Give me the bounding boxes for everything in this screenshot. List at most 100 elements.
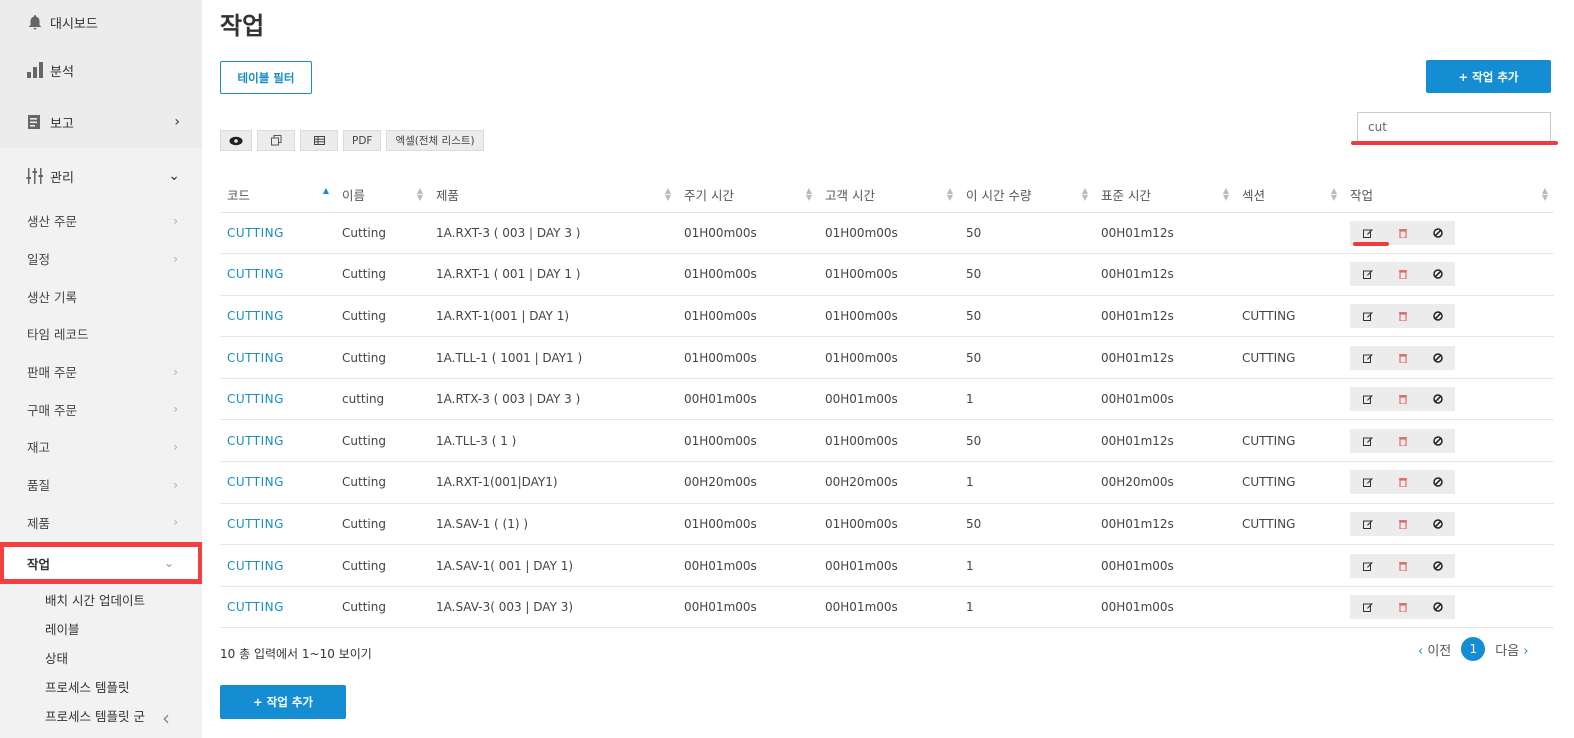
column-header[interactable]: 작업 ▲ ▼ [1343,177,1554,213]
task-code-link[interactable]: CUTTING [220,336,335,379]
sidebar-item-manage[interactable]: 관리 ⌄ [0,150,202,202]
sidebar-subitem[interactable]: 타임 레코드 [0,315,202,353]
excel-button[interactable]: 엑셀(전체 리스트) [386,130,484,151]
table-cell [1235,544,1343,587]
column-visibility-button[interactable] [220,130,252,151]
sidebar-subitem[interactable]: 제품 › [0,504,202,542]
column-header[interactable]: 제품 ▲ ▼ [429,177,677,213]
sidebar-subitem[interactable]: 생산 기록 [0,277,202,315]
column-header[interactable]: 주기 시간 ▲ ▼ [677,177,818,213]
disable-icon[interactable] [1420,429,1455,453]
disable-icon[interactable] [1420,512,1455,536]
edit-icon[interactable] [1350,595,1385,619]
table-filter-button[interactable]: 테이블 필터 [220,61,312,94]
sidebar-subitem[interactable]: 구매 주문 › [0,390,202,428]
edit-icon[interactable] [1350,512,1385,536]
table-cell: 00H01m00s [677,544,818,587]
sidebar-subitem[interactable]: 판매 주문 › [0,353,202,391]
trash-icon[interactable] [1385,595,1420,619]
edit-icon[interactable] [1350,470,1385,494]
trash-icon[interactable] [1385,262,1420,286]
column-header-label: 코드 [227,187,251,203]
sidebar-item-dashboard[interactable]: 대시보드 [0,0,202,44]
task-code-link[interactable]: CUTTING [220,503,335,546]
disable-icon[interactable] [1420,595,1455,619]
task-code-link[interactable]: CUTTING [220,461,335,504]
sidebar-subitem[interactable]: 일정 › [0,240,202,278]
row-actions [1343,586,1554,629]
trash-icon[interactable] [1385,554,1420,578]
sidebar-child-item[interactable]: 레이블 [0,614,202,643]
column-header[interactable]: 표준 시간 ▲ ▼ [1094,177,1235,213]
add-task-button-bottom[interactable]: + 작업 추가 [220,685,346,719]
column-header[interactable]: 고객 시간 ▲ ▼ [818,177,959,213]
trash-icon[interactable] [1385,221,1420,245]
sidebar-subitem[interactable]: 생산 주문 › [0,202,202,240]
column-header[interactable]: 코드 ▲ [220,177,335,213]
sidebar-item-analytics[interactable]: 분석 [0,44,202,96]
sidebar-child-item[interactable]: 프로세스 템플릿 군 [0,701,202,730]
table-cell: 00H01m00s [677,586,818,629]
table-cell: 00H20m00s [818,461,959,504]
task-code-link[interactable]: CUTTING [220,212,335,255]
sidebar-child-item[interactable]: 프로세스 템플릿 [0,672,202,701]
sidebar-item-tasks[interactable]: 작업 ⌄ [0,542,202,585]
table-cell: 01H00m00s [818,503,959,546]
sidebar-subitem[interactable]: 품질 › [0,466,202,504]
pdf-button[interactable]: PDF [343,130,382,151]
sidebar-item-label: 대시보드 [50,16,98,32]
disable-icon[interactable] [1420,304,1455,328]
collapse-sidebar-icon[interactable]: ‹ [162,706,170,730]
disable-icon[interactable] [1420,221,1455,245]
sidebar-item-label: 보고 [50,116,74,132]
table-row: CUTTING Cutting 1A.SAV-1( 001 | DAY 1) 00H0… [220,544,1554,587]
next-page-button[interactable]: 다음 › [1495,640,1528,659]
sidebar-child-item[interactable]: 상태 [0,643,202,672]
table-row: CUTTING Cutting 1A.RXT-1(001|DAY1) 00H20m00… [220,461,1554,504]
copy-button[interactable] [257,130,295,151]
edit-icon[interactable] [1350,554,1385,578]
edit-icon[interactable] [1350,304,1385,328]
column-header[interactable]: 이 시간 수량 ▲ ▼ [959,177,1094,213]
trash-icon[interactable] [1385,512,1420,536]
task-code-link[interactable]: CUTTING [220,586,335,629]
sliders-icon [26,167,44,185]
sidebar-item-reports[interactable]: 보고 › [0,96,202,148]
disable-icon[interactable] [1420,470,1455,494]
main-content: 작업 테이블 필터 + 작업 추가 PDF 엑셀(전체 리스트) 코드 ▲ 이름 ▲▼… [220,0,1574,738]
row-actions [1343,212,1554,255]
task-code-link[interactable]: CUTTING [220,253,335,296]
task-code-link[interactable]: CUTTING [220,295,335,338]
sidebar-subitem[interactable]: 재고 › [0,428,202,466]
prev-label: 이전 [1427,643,1452,659]
trash-icon[interactable] [1385,346,1420,370]
disable-icon[interactable] [1420,387,1455,411]
sidebar-child-item[interactable]: 배치 시간 업데이트 [0,585,202,614]
disable-icon[interactable] [1420,554,1455,578]
disable-icon[interactable] [1420,262,1455,286]
current-page[interactable]: 1 [1461,637,1486,661]
column-header[interactable]: 이름 ▲ ▼ [335,177,429,213]
column-header[interactable]: 섹션 ▲ ▼ [1235,177,1343,213]
task-code-link[interactable]: CUTTING [220,378,335,421]
edit-icon[interactable] [1350,262,1385,286]
csv-button[interactable] [300,130,338,151]
add-task-button[interactable]: + 작업 추가 [1426,60,1551,93]
sidebar: 대시보드 분석 보고 › 관리 ⌄ 생산 주문 › 일정 › 생산 기록 타임 레코드 판매… [0,0,202,738]
table-cell: 01H00m00s [818,253,959,296]
trash-icon[interactable] [1385,304,1420,328]
table-cell: Cutting [335,295,429,338]
edit-icon[interactable] [1350,387,1385,411]
table-cell: 00H01m00s [818,544,959,587]
disable-icon[interactable] [1420,346,1455,370]
search-input[interactable] [1357,112,1551,142]
edit-icon[interactable] [1350,429,1385,453]
table-cell: 00H01m12s [1094,503,1235,546]
prev-page-button[interactable]: ‹ 이전 [1418,640,1451,659]
task-code-link[interactable]: CUTTING [220,419,335,463]
trash-icon[interactable] [1385,429,1420,453]
edit-icon[interactable] [1350,346,1385,370]
trash-icon[interactable] [1385,470,1420,494]
task-code-link[interactable]: CUTTING [220,544,335,587]
trash-icon[interactable] [1385,387,1420,411]
